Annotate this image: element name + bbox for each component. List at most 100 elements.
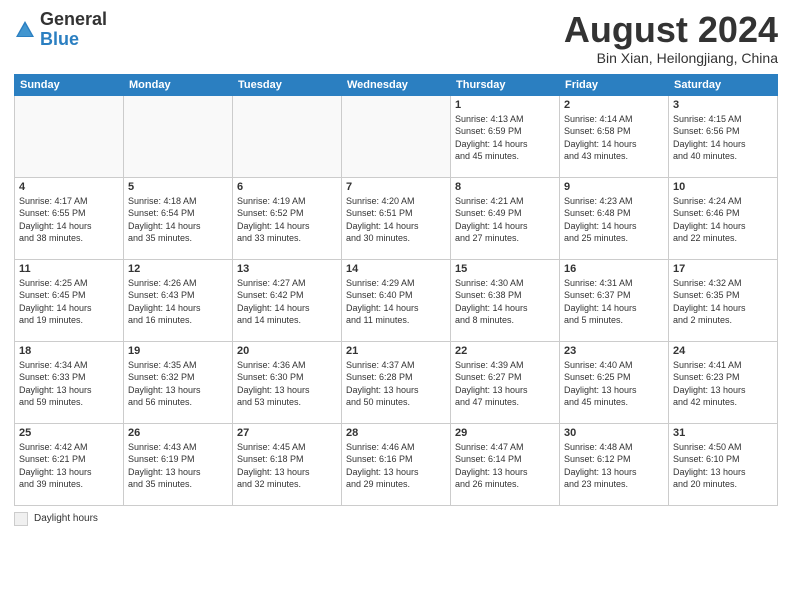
weekday-header: Tuesday bbox=[233, 74, 342, 95]
day-info: Sunrise: 4:39 AM Sunset: 6:27 PM Dayligh… bbox=[455, 359, 555, 409]
day-info: Sunrise: 4:24 AM Sunset: 6:46 PM Dayligh… bbox=[673, 195, 773, 245]
calendar-cell: 12 Sunrise: 4:26 AM Sunset: 6:43 PM Dayli… bbox=[124, 259, 233, 341]
day-info: Sunrise: 4:18 AM Sunset: 6:54 PM Dayligh… bbox=[128, 195, 228, 245]
day-number: 4 bbox=[19, 181, 119, 193]
day-info: Sunrise: 4:36 AM Sunset: 6:30 PM Dayligh… bbox=[237, 359, 337, 409]
legend-label: Daylight hours bbox=[34, 513, 98, 524]
day-info: Sunrise: 4:41 AM Sunset: 6:23 PM Dayligh… bbox=[673, 359, 773, 409]
calendar-cell: 1 Sunrise: 4:13 AM Sunset: 6:59 PM Daylig… bbox=[451, 95, 560, 177]
calendar-cell: 17Sunrise: 4:32 AM Sunset: 6:35 PM Dayli… bbox=[669, 259, 778, 341]
day-info: Sunrise: 4:31 AM Sunset: 6:37 PM Dayligh… bbox=[564, 277, 664, 327]
weekday-header: Thursday bbox=[451, 74, 560, 95]
day-number: 3 bbox=[673, 99, 773, 111]
day-info: Sunrise: 4:43 AM Sunset: 6:19 PM Dayligh… bbox=[128, 441, 228, 491]
weekday-header: Wednesday bbox=[342, 74, 451, 95]
calendar-cell bbox=[124, 95, 233, 177]
calendar-cell: 4 Sunrise: 4:17 AM Sunset: 6:55 PM Daylig… bbox=[15, 177, 124, 259]
calendar-cell: 22 Sunrise: 4:39 AM Sunset: 6:27 PM Dayli… bbox=[451, 341, 560, 423]
calendar: SundayMondayTuesdayWednesdayThursdayFrid… bbox=[14, 74, 778, 506]
calendar-cell: 25Sunrise: 4:42 AM Sunset: 6:21 PM Dayli… bbox=[15, 423, 124, 505]
day-info: Sunrise: 4:30 AM Sunset: 6:38 PM Dayligh… bbox=[455, 277, 555, 327]
day-info: Sunrise: 4:26 AM Sunset: 6:43 PM Dayligh… bbox=[128, 277, 228, 327]
legend: Daylight hours bbox=[14, 512, 778, 526]
calendar-cell: 26Sunrise: 4:43 AM Sunset: 6:19 PM Dayli… bbox=[124, 423, 233, 505]
calendar-cell bbox=[15, 95, 124, 177]
legend-box bbox=[14, 512, 28, 526]
day-info: Sunrise: 4:48 AM Sunset: 6:12 PM Dayligh… bbox=[564, 441, 664, 491]
calendar-cell: 3 Sunrise: 4:15 AM Sunset: 6:56 PM Daylig… bbox=[669, 95, 778, 177]
calendar-cell: 20 Sunrise: 4:36 AM Sunset: 6:30 PM Dayli… bbox=[233, 341, 342, 423]
day-info: Sunrise: 4:27 AM Sunset: 6:42 PM Dayligh… bbox=[237, 277, 337, 327]
day-number: 1 bbox=[455, 99, 555, 111]
day-info: Sunrise: 4:13 AM Sunset: 6:59 PM Dayligh… bbox=[455, 113, 555, 163]
day-number: 12 bbox=[128, 263, 228, 275]
day-info: Sunrise: 4:19 AM Sunset: 6:52 PM Dayligh… bbox=[237, 195, 337, 245]
day-info: Sunrise: 4:15 AM Sunset: 6:56 PM Dayligh… bbox=[673, 113, 773, 163]
weekday-header: Sunday bbox=[15, 74, 124, 95]
title-block: August 2024 Bin Xian, Heilongjiang, Chin… bbox=[564, 10, 778, 66]
calendar-cell: 7 Sunrise: 4:20 AM Sunset: 6:51 PM Daylig… bbox=[342, 177, 451, 259]
day-number: 19 bbox=[128, 345, 228, 357]
day-info: Sunrise: 4:25 AM Sunset: 6:45 PM Dayligh… bbox=[19, 277, 119, 327]
calendar-week-row: 11Sunrise: 4:25 AM Sunset: 6:45 PM Dayli… bbox=[15, 259, 778, 341]
day-number: 21 bbox=[346, 345, 446, 357]
location: Bin Xian, Heilongjiang, China bbox=[564, 50, 778, 66]
day-info: Sunrise: 4:45 AM Sunset: 6:18 PM Dayligh… bbox=[237, 441, 337, 491]
calendar-cell: 5 Sunrise: 4:18 AM Sunset: 6:54 PM Daylig… bbox=[124, 177, 233, 259]
day-number: 10 bbox=[673, 181, 773, 193]
calendar-cell: 24Sunrise: 4:41 AM Sunset: 6:23 PM Dayli… bbox=[669, 341, 778, 423]
weekday-header-row: SundayMondayTuesdayWednesdayThursdayFrid… bbox=[15, 74, 778, 95]
calendar-cell: 27Sunrise: 4:45 AM Sunset: 6:18 PM Dayli… bbox=[233, 423, 342, 505]
calendar-cell: 21 Sunrise: 4:37 AM Sunset: 6:28 PM Dayli… bbox=[342, 341, 451, 423]
day-number: 20 bbox=[237, 345, 337, 357]
calendar-cell: 23 Sunrise: 4:40 AM Sunset: 6:25 PM Dayli… bbox=[560, 341, 669, 423]
day-number: 5 bbox=[128, 181, 228, 193]
calendar-cell: 13Sunrise: 4:27 AM Sunset: 6:42 PM Dayli… bbox=[233, 259, 342, 341]
day-info: Sunrise: 4:35 AM Sunset: 6:32 PM Dayligh… bbox=[128, 359, 228, 409]
calendar-week-row: 25Sunrise: 4:42 AM Sunset: 6:21 PM Dayli… bbox=[15, 423, 778, 505]
calendar-cell: 29 Sunrise: 4:47 AM Sunset: 6:14 PM Dayli… bbox=[451, 423, 560, 505]
calendar-cell bbox=[233, 95, 342, 177]
day-number: 31 bbox=[673, 427, 773, 439]
logo: General Blue bbox=[14, 10, 107, 50]
day-number: 7 bbox=[346, 181, 446, 193]
calendar-cell: 6 Sunrise: 4:19 AM Sunset: 6:52 PM Daylig… bbox=[233, 177, 342, 259]
month-title: August 2024 bbox=[564, 10, 778, 50]
day-number: 22 bbox=[455, 345, 555, 357]
day-number: 23 bbox=[564, 345, 664, 357]
calendar-cell: 31 Sunrise: 4:50 AM Sunset: 6:10 PM Dayli… bbox=[669, 423, 778, 505]
calendar-cell: 30 Sunrise: 4:48 AM Sunset: 6:12 PM Dayli… bbox=[560, 423, 669, 505]
calendar-cell: 19 Sunrise: 4:35 AM Sunset: 6:32 PM Dayli… bbox=[124, 341, 233, 423]
day-number: 6 bbox=[237, 181, 337, 193]
page: General Blue August 2024 Bin Xian, Heilo… bbox=[0, 0, 792, 612]
calendar-cell: 28Sunrise: 4:46 AM Sunset: 6:16 PM Dayli… bbox=[342, 423, 451, 505]
logo-general: General bbox=[40, 9, 107, 29]
day-info: Sunrise: 4:34 AM Sunset: 6:33 PM Dayligh… bbox=[19, 359, 119, 409]
day-info: Sunrise: 4:50 AM Sunset: 6:10 PM Dayligh… bbox=[673, 441, 773, 491]
day-info: Sunrise: 4:40 AM Sunset: 6:25 PM Dayligh… bbox=[564, 359, 664, 409]
calendar-week-row: 4 Sunrise: 4:17 AM Sunset: 6:55 PM Daylig… bbox=[15, 177, 778, 259]
day-info: Sunrise: 4:47 AM Sunset: 6:14 PM Dayligh… bbox=[455, 441, 555, 491]
calendar-week-row: 18Sunrise: 4:34 AM Sunset: 6:33 PM Dayli… bbox=[15, 341, 778, 423]
calendar-cell: 15Sunrise: 4:30 AM Sunset: 6:38 PM Dayli… bbox=[451, 259, 560, 341]
day-info: Sunrise: 4:29 AM Sunset: 6:40 PM Dayligh… bbox=[346, 277, 446, 327]
day-number: 14 bbox=[346, 263, 446, 275]
day-number: 8 bbox=[455, 181, 555, 193]
day-info: Sunrise: 4:17 AM Sunset: 6:55 PM Dayligh… bbox=[19, 195, 119, 245]
calendar-cell: 18Sunrise: 4:34 AM Sunset: 6:33 PM Dayli… bbox=[15, 341, 124, 423]
calendar-cell: 10 Sunrise: 4:24 AM Sunset: 6:46 PM Dayli… bbox=[669, 177, 778, 259]
day-info: Sunrise: 4:37 AM Sunset: 6:28 PM Dayligh… bbox=[346, 359, 446, 409]
day-info: Sunrise: 4:20 AM Sunset: 6:51 PM Dayligh… bbox=[346, 195, 446, 245]
calendar-cell: 8Sunrise: 4:21 AM Sunset: 6:49 PM Daylig… bbox=[451, 177, 560, 259]
day-number: 30 bbox=[564, 427, 664, 439]
calendar-week-row: 1 Sunrise: 4:13 AM Sunset: 6:59 PM Daylig… bbox=[15, 95, 778, 177]
day-info: Sunrise: 4:23 AM Sunset: 6:48 PM Dayligh… bbox=[564, 195, 664, 245]
weekday-header: Friday bbox=[560, 74, 669, 95]
day-info: Sunrise: 4:32 AM Sunset: 6:35 PM Dayligh… bbox=[673, 277, 773, 327]
calendar-cell: 16Sunrise: 4:31 AM Sunset: 6:37 PM Dayli… bbox=[560, 259, 669, 341]
calendar-cell: 11Sunrise: 4:25 AM Sunset: 6:45 PM Dayli… bbox=[15, 259, 124, 341]
day-number: 29 bbox=[455, 427, 555, 439]
calendar-cell: 9Sunrise: 4:23 AM Sunset: 6:48 PM Daylig… bbox=[560, 177, 669, 259]
day-info: Sunrise: 4:14 AM Sunset: 6:58 PM Dayligh… bbox=[564, 113, 664, 163]
day-info: Sunrise: 4:42 AM Sunset: 6:21 PM Dayligh… bbox=[19, 441, 119, 491]
